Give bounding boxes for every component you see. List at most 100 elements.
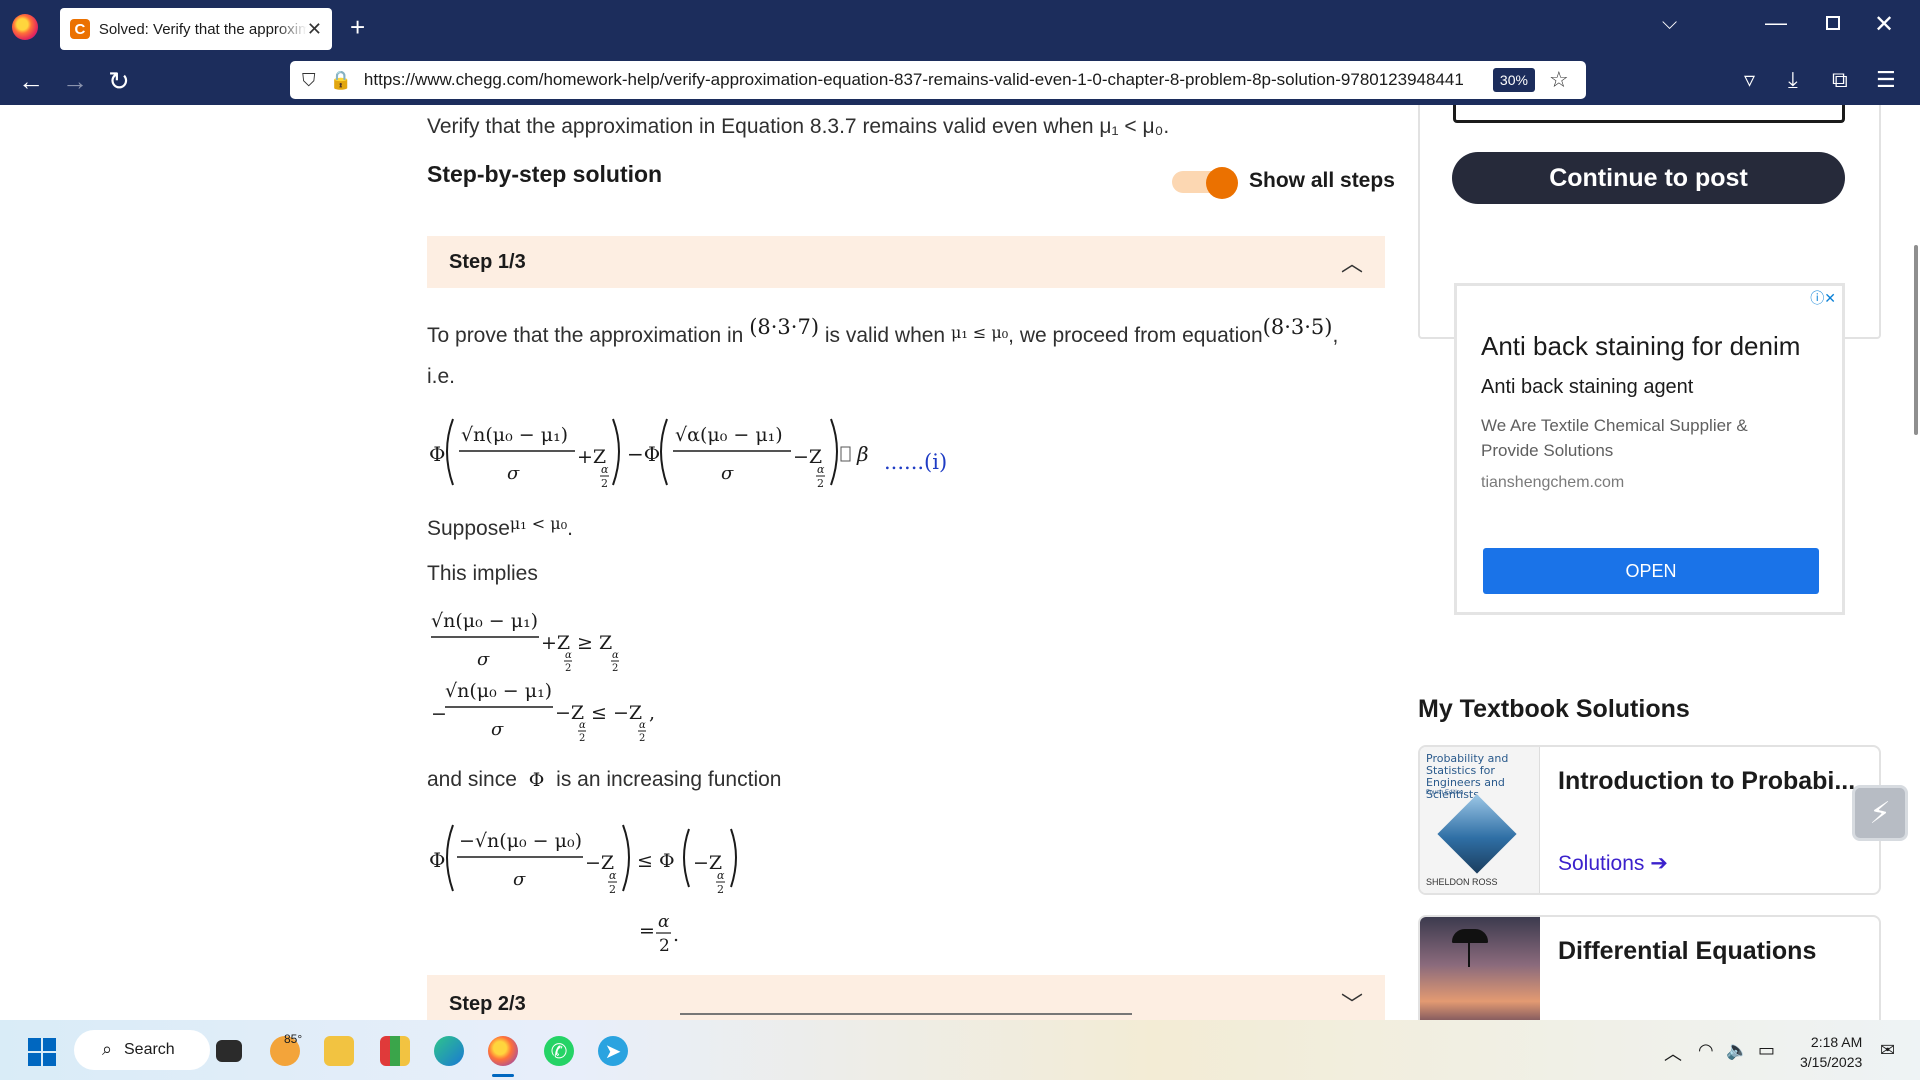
svg-text:2: 2: [817, 477, 824, 490]
close-window-icon[interactable]: ✕: [1874, 10, 1894, 39]
downloads-icon[interactable]: ⤓: [1788, 67, 1798, 93]
tracking-shield-icon[interactable]: ⛉: [302, 70, 316, 91]
advertisement[interactable]: ⓘ✕ Anti back staining for denim Anti bac…: [1454, 283, 1845, 615]
textbook-card[interactable]: Differential Equations: [1418, 915, 1881, 1020]
since-text-a: and since: [427, 768, 517, 791]
suppose-line: Supposeμ₁ < μ₀.: [427, 514, 573, 541]
chevron-down-icon[interactable]: ﹀: [1341, 987, 1363, 1019]
whatsapp-icon[interactable]: ✆: [544, 1036, 574, 1066]
ad-subtitle[interactable]: Anti back staining agent: [1481, 376, 1693, 399]
svg-text:≤ −Z: ≤ −Z: [591, 702, 642, 724]
implied-inequalities: √n(μ₀ − μ₁) σ +Z α 2 ≥ Z α 2 − √n(μ₀ − μ…: [431, 610, 655, 744]
ad-open-button[interactable]: OPEN: [1483, 548, 1819, 594]
p1-text-a: To prove that the approximation in: [427, 324, 744, 347]
svg-text:α: α: [612, 650, 619, 661]
back-icon[interactable]: ←: [18, 66, 44, 97]
browser-navbar: ← → ↻ ⛉ 🔒 https://www.chegg.com/homework…: [0, 55, 1920, 105]
solutions-link[interactable]: Solutions ➔: [1558, 851, 1668, 876]
phi-symbol: Φ: [528, 769, 545, 791]
svg-text:α: α: [658, 912, 670, 932]
continue-to-post-button[interactable]: Continue to post: [1452, 152, 1845, 204]
chegg-favicon-icon: C: [70, 19, 90, 39]
microsoft-store-icon[interactable]: [380, 1036, 410, 1066]
svg-text:2: 2: [579, 733, 585, 744]
wifi-icon[interactable]: ◠: [1698, 1040, 1714, 1061]
restore-icon[interactable]: [1826, 16, 1840, 30]
taskbar-search[interactable]: ⌕ Search: [74, 1030, 210, 1070]
book-title[interactable]: Differential Equations: [1558, 937, 1816, 966]
taskbar-search-label: Search: [124, 1041, 175, 1058]
windows-start-icon[interactable]: [28, 1038, 56, 1066]
svg-text:σ: σ: [513, 869, 526, 890]
svg-text:σ: σ: [491, 719, 504, 740]
final-inequality: Φ −√n(μ₀ − μ₀) σ −Z α 2 ≤ Φ −Z α 2 = α 2…: [429, 824, 737, 956]
svg-text:α: α: [601, 463, 609, 476]
address-bar[interactable]: ⛉ 🔒 https://www.chegg.com/homework-help/…: [290, 61, 1586, 99]
bookmark-star-icon[interactable]: ☆: [1549, 67, 1569, 93]
list-all-tabs-icon[interactable]: ⌵: [1662, 12, 1677, 35]
svg-text:σ: σ: [477, 649, 490, 670]
firefox-taskbar-icon[interactable]: [488, 1036, 518, 1066]
solution-heading: Step-by-step solution: [427, 161, 663, 187]
textbook-card[interactable]: Probability and Statistics for Engineers…: [1418, 745, 1881, 895]
lock-icon[interactable]: 🔒: [330, 70, 352, 91]
new-tab-icon[interactable]: +: [350, 12, 365, 43]
telegram-icon[interactable]: ➤: [598, 1036, 628, 1066]
menu-icon[interactable]: ☰: [1876, 67, 1896, 93]
post-question-input[interactable]: [1453, 105, 1845, 123]
svg-text:−Φ: −Φ: [627, 442, 660, 466]
step-2-label: Step 2/3: [449, 993, 526, 1015]
equation-ref-837: (8·3·7): [749, 315, 820, 339]
edge-icon[interactable]: [434, 1036, 464, 1066]
condition-mu1-le-mu0: μ₁ ≤ μ₀: [950, 323, 1009, 342]
file-explorer-icon[interactable]: [324, 1036, 354, 1066]
search-icon: ⌕: [102, 1039, 113, 1059]
minimize-icon[interactable]: —: [1765, 10, 1787, 36]
cube-artwork: [1437, 794, 1517, 874]
svg-text:≥ Z: ≥ Z: [577, 632, 612, 654]
page-scrollbar[interactable]: [1914, 245, 1918, 435]
book-cover-image: [1420, 917, 1540, 1020]
url-text[interactable]: https://www.chegg.com/homework-help/veri…: [364, 70, 1489, 90]
question-text: Verify that the approximation in Equatio…: [427, 115, 1170, 138]
close-tab-icon[interactable]: ✕: [307, 19, 322, 40]
svg-text:−√n(μ₀ − μ₀): −√n(μ₀ − μ₀): [459, 830, 582, 852]
notifications-icon[interactable]: ✉: [1880, 1040, 1895, 1061]
toggle-knob[interactable]: [1206, 167, 1238, 199]
skydiver-artwork: [1468, 943, 1470, 967]
pocket-icon[interactable]: ▿: [1744, 67, 1755, 93]
floating-widget-button[interactable]: ⚡: [1852, 785, 1908, 841]
battery-icon[interactable]: ▭: [1758, 1040, 1775, 1061]
suppose-condition: μ₁ < μ₀: [509, 514, 568, 533]
svg-text:=: =: [639, 920, 655, 942]
volume-icon[interactable]: 🔈: [1726, 1040, 1748, 1061]
svg-text:,: ,: [649, 702, 655, 724]
ad-domain[interactable]: tianshengchem.com: [1481, 474, 1624, 492]
book-cover-edition: Fourth Edition: [1426, 790, 1464, 796]
zoom-level-badge[interactable]: 30%: [1492, 68, 1535, 92]
svg-text:√n(μ₀ − μ₁): √n(μ₀ − μ₁): [431, 610, 538, 632]
step-1-header[interactable]: Step 1/3 ︿: [427, 236, 1385, 288]
system-clock[interactable]: 2:18 AM 3/15/2023: [1800, 1032, 1862, 1072]
svg-text:2: 2: [565, 663, 571, 674]
extensions-icon[interactable]: ⧉: [1832, 67, 1848, 93]
task-view-icon[interactable]: [216, 1040, 242, 1062]
since-line: and since Φ is an increasing function: [427, 768, 781, 792]
reload-icon[interactable]: ↻: [108, 66, 130, 97]
active-app-indicator: [492, 1074, 514, 1077]
svg-text:2: 2: [601, 477, 608, 490]
ad-title[interactable]: Anti back staining for denim: [1481, 331, 1800, 362]
svg-text:√n(μ₀ − μ₁): √n(μ₀ − μ₁): [445, 680, 552, 702]
forward-icon[interactable]: →: [62, 66, 88, 97]
browser-tab[interactable]: C Solved: Verify that the approxim ✕: [60, 8, 332, 50]
book-title[interactable]: Introduction to Probabi...: [1558, 767, 1855, 796]
show-hidden-icons-icon[interactable]: ︿: [1664, 1040, 1682, 1066]
clock-time: 2:18 AM: [1810, 1034, 1863, 1050]
show-all-steps-label[interactable]: Show all steps: [1249, 169, 1395, 193]
svg-text:α: α: [817, 463, 825, 476]
chevron-up-icon[interactable]: ︿: [1341, 246, 1363, 278]
ad-choices-icon[interactable]: ⓘ✕: [1810, 288, 1836, 308]
windows-taskbar: ⌕ Search 85° ✆ ➤ ︿ ◠ 🔈 ▭ 2:18 AM 3/15/20…: [0, 1020, 1920, 1080]
firefox-icon[interactable]: [12, 14, 38, 40]
p1-text-c: , we proceed from equation: [1008, 324, 1263, 347]
